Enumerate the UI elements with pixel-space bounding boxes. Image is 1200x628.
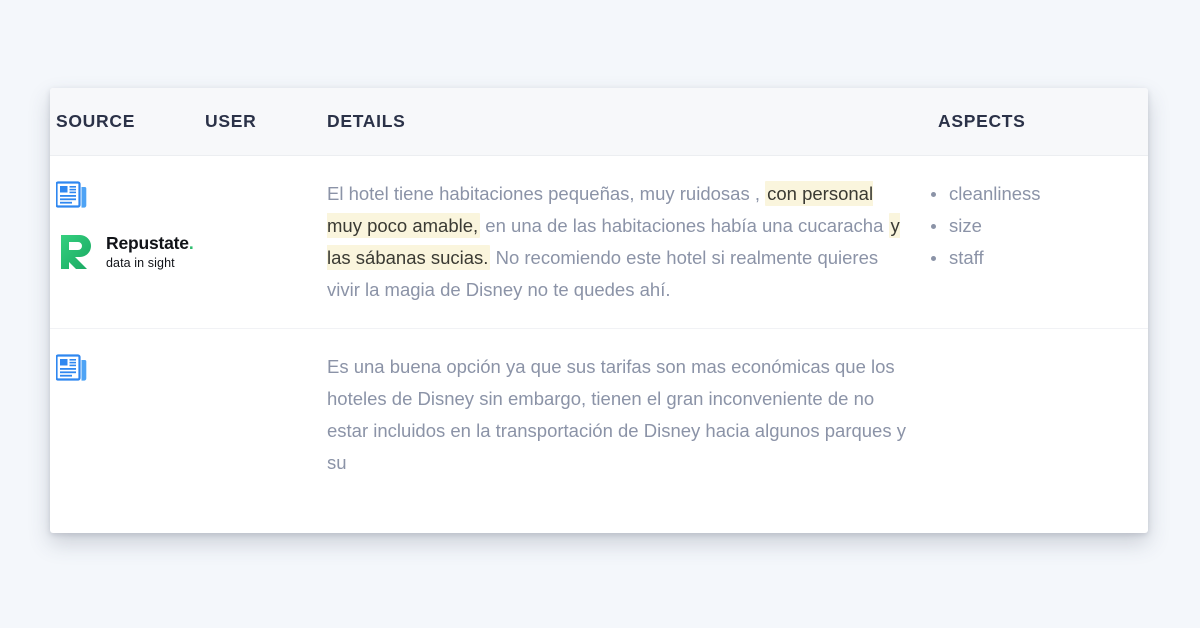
repustate-logo-mark <box>61 235 91 269</box>
aspect-item: size <box>927 210 1137 242</box>
column-header-details: DETAILS <box>327 111 406 131</box>
aspect-item: staff <box>927 242 1137 274</box>
news-article-icon <box>56 181 87 208</box>
repustate-logo: Repustate. data in sight <box>58 233 194 271</box>
aspect-item: cleanliness <box>927 178 1137 210</box>
details-segment: El hotel tiene habitaciones pequeñas, mu… <box>327 183 766 204</box>
table-row: Repustate. data in sight El hotel tiene … <box>50 156 1148 328</box>
column-header-user: USER <box>205 111 257 131</box>
table-row: Es una buena opción ya que sus tarifas s… <box>50 328 1148 501</box>
news-article-icon <box>56 354 87 381</box>
results-card: SOURCE USER DETAILS ASPECTS Repustate. d… <box>50 88 1148 533</box>
details-cell: El hotel tiene habitaciones pequeñas, mu… <box>327 178 927 306</box>
repustate-logo-tagline: data in sight <box>106 255 175 270</box>
source-cell: Repustate. data in sight <box>50 178 205 271</box>
aspects-cell: cleanliness size staff <box>927 178 1137 274</box>
details-segment: en una de las habitaciones había una cuc… <box>480 215 889 236</box>
table-header-row: SOURCE USER DETAILS ASPECTS <box>50 88 1148 156</box>
aspect-list: cleanliness size staff <box>927 178 1137 274</box>
repustate-logo-name: Repustate. <box>106 233 194 253</box>
column-header-source: SOURCE <box>56 111 136 131</box>
column-header-aspects: ASPECTS <box>938 111 1026 131</box>
repustate-logo-dot: . <box>188 233 194 253</box>
source-cell <box>50 351 205 382</box>
page-root: SOURCE USER DETAILS ASPECTS Repustate. d… <box>0 0 1200 628</box>
details-cell: Es una buena opción ya que sus tarifas s… <box>327 351 927 479</box>
details-segment: Es una buena opción ya que sus tarifas s… <box>327 356 906 473</box>
